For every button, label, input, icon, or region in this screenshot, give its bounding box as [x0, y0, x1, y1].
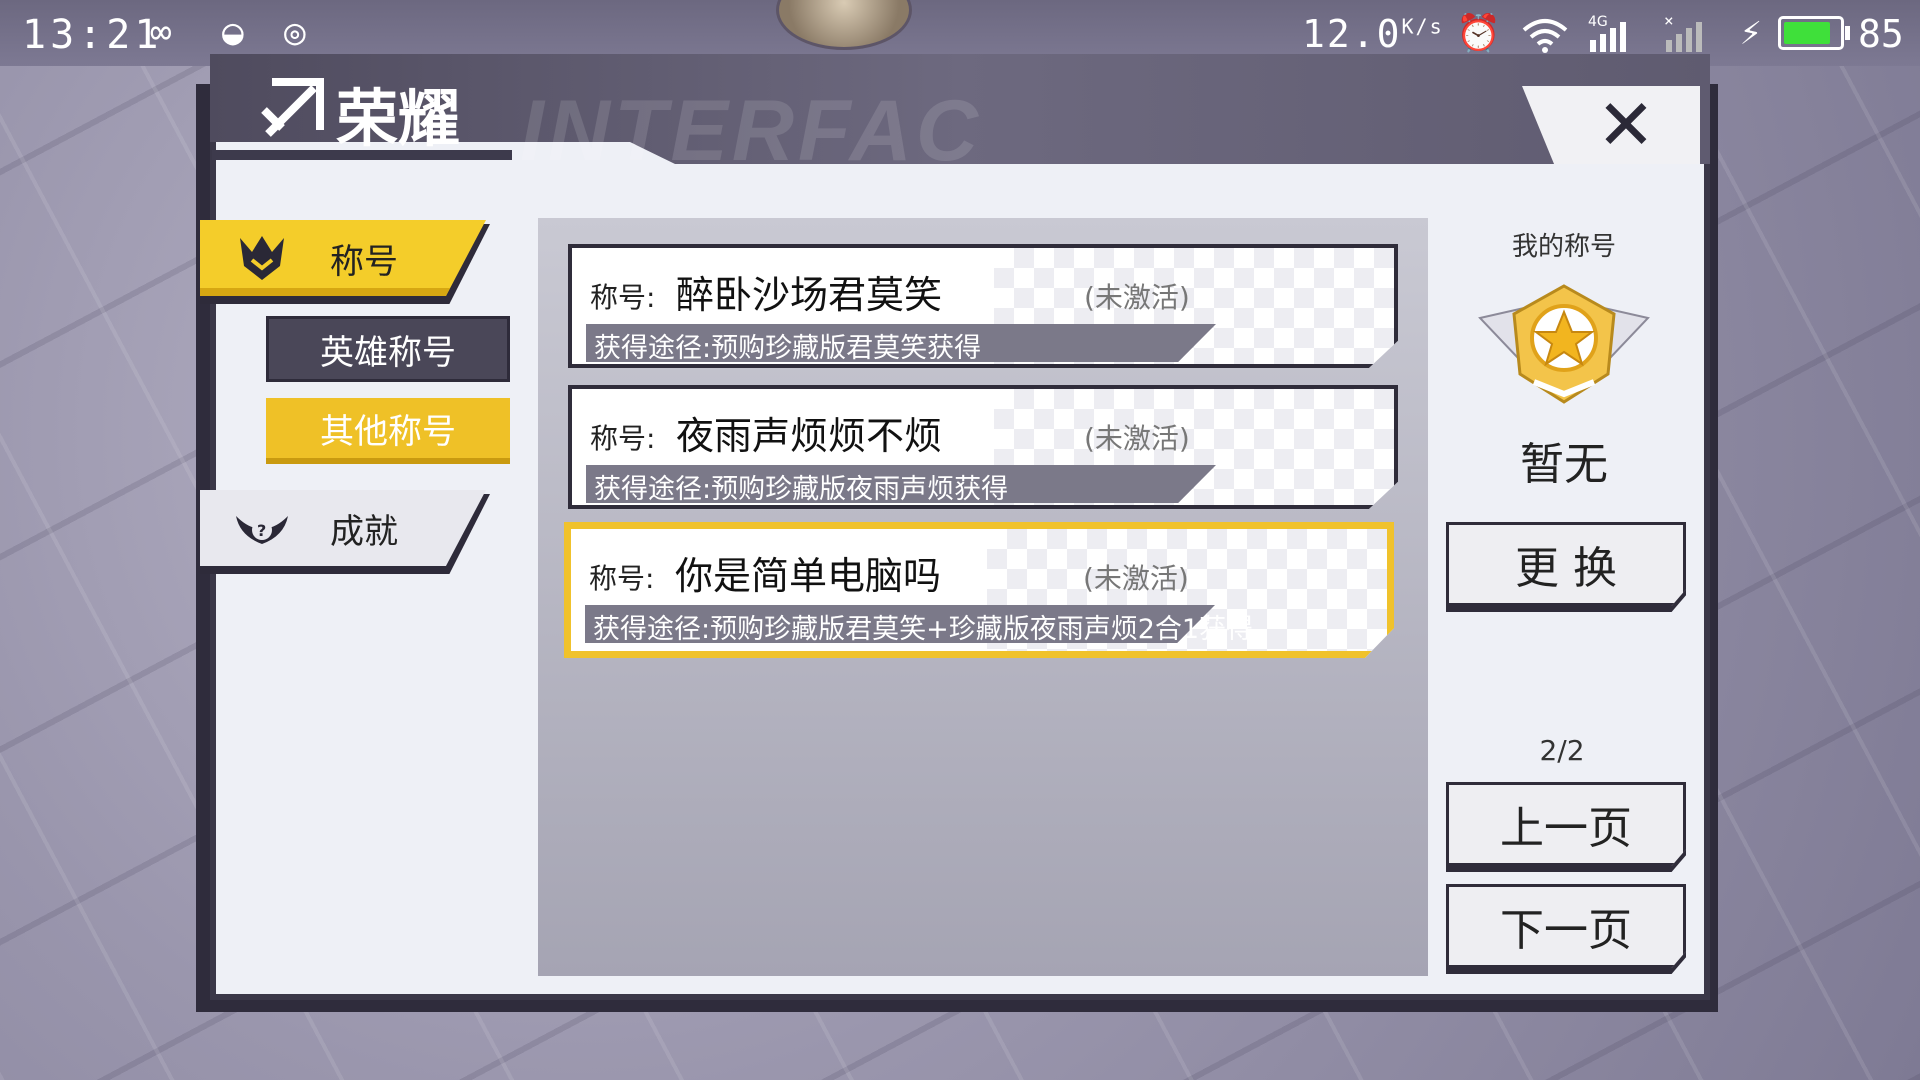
next-page-button[interactable]: 下一页 — [1446, 884, 1686, 968]
title-name: 你是简单电脑吗 — [675, 554, 942, 598]
alarm-icon: ⏰ — [1456, 13, 1501, 54]
signal-4g-icon: 4G — [1588, 14, 1626, 52]
title-source: 获得途径:预购珍藏版夜雨声烦获得 — [594, 474, 1009, 505]
tab-achievements-label: 成就 — [330, 511, 398, 552]
title-name: 醉卧沙场君莫笑 — [676, 273, 943, 317]
tab-titles-label: 称号 — [330, 241, 398, 282]
battery-icon — [1778, 16, 1844, 50]
network-speed: 12.0K/s — [1302, 12, 1444, 56]
prev-page-button[interactable]: 上一页 — [1446, 782, 1686, 866]
my-title-label: 我的称号 — [1511, 232, 1616, 262]
tab-achievements[interactable]: ? 成就 — [200, 490, 486, 566]
svg-text:×: × — [1664, 12, 1674, 30]
status-time: 13:21 — [22, 12, 163, 58]
title-prefix: 称号: — [589, 562, 655, 595]
charging-icon: ⚡ — [1740, 12, 1762, 53]
tab-other-titles[interactable]: 其他称号 — [266, 398, 510, 464]
title-name: 夜雨声烦烦不烦 — [676, 414, 943, 458]
page-title: 荣耀 — [336, 82, 461, 155]
page-indicator: 2/2 — [1539, 734, 1585, 767]
title-status: (未激活) — [1084, 281, 1190, 314]
title-source: 获得途径:预购珍藏版君莫笑+珍藏版夜雨声烦2合1获得 — [593, 614, 1254, 645]
title-prefix: 称号: — [590, 281, 656, 314]
title-source: 获得途径:预购珍藏版君莫笑获得 — [594, 333, 982, 364]
close-icon: ✕ — [1596, 84, 1656, 166]
helmet-icon — [240, 236, 284, 280]
wifi-icon — [1522, 19, 1568, 53]
tab-hero-titles[interactable]: 英雄称号 — [266, 316, 510, 382]
header-watermark: INTERFAC — [520, 83, 982, 179]
tab-titles[interactable]: 称号 — [200, 220, 486, 296]
app-notification-icon: ◒ — [222, 12, 244, 53]
battery-cap — [1845, 26, 1850, 40]
current-title-value: 暂无 — [1520, 439, 1608, 490]
signal-no-sim-icon: × — [1664, 12, 1702, 52]
honor-icon — [261, 78, 324, 137]
title-status: (未激活) — [1083, 562, 1189, 595]
svg-text:4G: 4G — [1588, 14, 1608, 30]
title-card[interactable]: 称号: 夜雨声烦烦不烦 (未激活) 获得途径:预购珍藏版夜雨声烦获得 — [568, 385, 1398, 509]
winged-question-icon: ? — [236, 516, 288, 544]
title-card[interactable]: 称号: 醉卧沙场君莫笑 (未激活) 获得途径:预购珍藏版君莫笑获得 — [568, 244, 1398, 368]
star-badge-icon — [1478, 284, 1650, 404]
change-title-button[interactable]: 更 换 — [1446, 522, 1686, 606]
infinity-icon: ∞ — [150, 12, 172, 53]
battery-percent: 85 — [1858, 12, 1904, 56]
title-card-selected[interactable]: 称号: 你是简单电脑吗 (未激活) 获得途径:预购珍藏版君莫笑+珍藏版夜雨声烦2… — [564, 522, 1394, 658]
svg-text:?: ? — [257, 521, 266, 540]
battery-level — [1784, 22, 1830, 44]
title-prefix: 称号: — [590, 422, 656, 455]
title-status: (未激活) — [1084, 422, 1190, 455]
avatar — [776, 0, 912, 50]
weibo-icon: ◎ — [284, 12, 306, 53]
